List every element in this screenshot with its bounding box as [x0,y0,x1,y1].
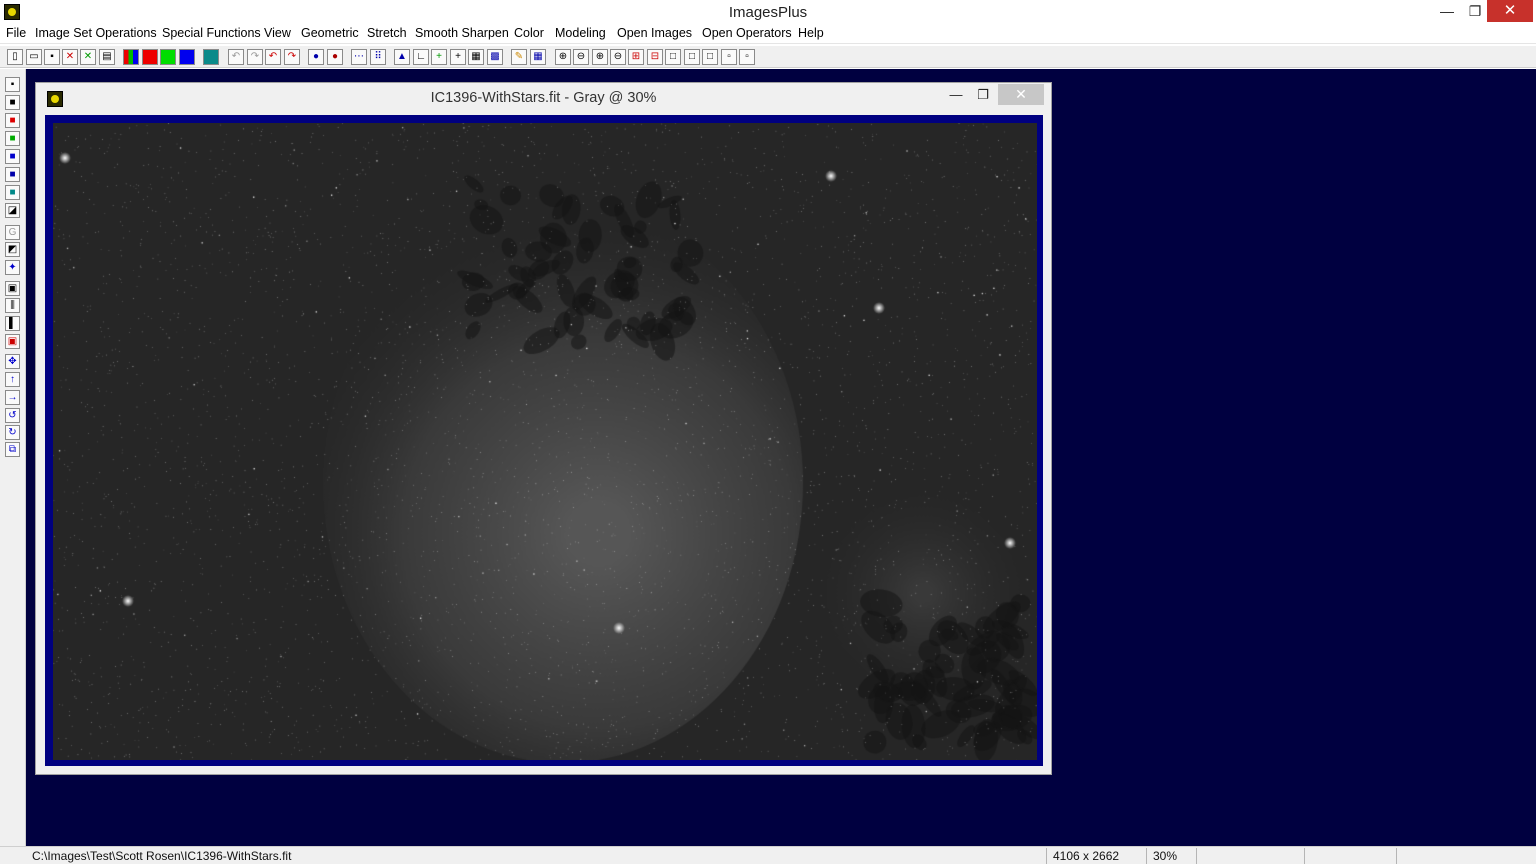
green-channel-icon[interactable] [160,49,176,65]
crosshair-green-icon[interactable]: + [431,49,447,65]
restore-button[interactable]: ❐ [1461,0,1489,22]
line-profile-icon[interactable]: ⋯ [351,49,367,65]
rotate-left-icon[interactable]: ↺ [5,408,20,423]
main-toolbar: ▯ ▭ ▪ ✕ ✕ ▤ ↶ ↷ ↶ ↷ ● ● ⋯ ⠿ ▲ ∟ + + ▦ ▩ … [0,46,1536,68]
close-image-icon[interactable]: ✕ [62,49,78,65]
menu-geometric[interactable]: Geometric [301,26,359,40]
nebula-image[interactable] [53,123,1037,760]
pixel-grid-icon[interactable]: ▦ [530,49,546,65]
green-overlay-icon[interactable]: ■ [5,131,20,146]
scatter-icon[interactable]: ⠿ [370,49,386,65]
image-frame [45,115,1043,766]
status-bar: C:\Images\Test\Scott Rosen\IC1396-WithSt… [0,846,1536,864]
close-button[interactable]: ✕ [1487,0,1533,22]
undo-icon[interactable]: ↶ [265,49,281,65]
print-icon[interactable]: ▤ [99,49,115,65]
arrow-right-icon[interactable]: → [5,390,20,405]
move-icon[interactable]: ✥ [5,354,20,369]
zoom-in-icon[interactable]: ⊕ [555,49,571,65]
gradient-icon[interactable]: ◩ [5,242,20,257]
mask-icon[interactable]: ◪ [5,203,20,218]
star-select-icon[interactable]: ✦ [5,260,20,275]
channel-split-icon[interactable]: ■ [5,167,20,182]
status-cell-empty-2 [1304,848,1396,864]
red-overlay-icon[interactable]: ■ [5,113,20,128]
red-select-icon[interactable]: ▣ [5,334,20,349]
shrink-icon[interactable]: ⊟ [647,49,663,65]
rotate-right-icon[interactable]: ↻ [5,425,20,440]
menu-bar: File Image Set Operations Special Functi… [0,24,1536,44]
image-info-icon[interactable]: ▩ [487,49,503,65]
redo-disabled-icon[interactable]: ↷ [247,49,263,65]
luminance-icon[interactable] [203,49,219,65]
menu-color[interactable]: Color [514,26,544,40]
zoom-fit-icon[interactable]: ⊕ [592,49,608,65]
save-icon[interactable]: ▪ [44,49,60,65]
curve-icon[interactable]: ∟ [413,49,429,65]
app-title: ImagesPlus [728,4,808,21]
menu-open-operators[interactable]: Open Operators [702,26,792,40]
redo-icon[interactable]: ↷ [284,49,300,65]
black-square-icon[interactable]: ■ [5,95,20,110]
image-window-title: IC1396-WithStars.fit - Gray @ 30% [430,90,657,106]
circle-mask-icon[interactable]: ● [327,49,343,65]
arrow-up-icon[interactable]: ↑ [5,372,20,387]
red-channel-icon[interactable] [142,49,158,65]
minimize-button[interactable]: — [1433,0,1461,22]
menu-smooth-sharpen[interactable]: Smooth Sharpen [415,26,509,40]
grid-select-icon[interactable]: ▦ [468,49,484,65]
undo-disabled-icon[interactable]: ↶ [228,49,244,65]
contrast-icon[interactable]: ▌ [5,316,20,331]
image-window-titlebar[interactable]: IC1396-WithStars.fit - Gray @ 30% — ❐ ✕ [36,83,1051,113]
status-cell-empty-1 [1196,848,1304,864]
new-file-icon[interactable]: ▯ [7,49,23,65]
blue-channel-icon[interactable] [179,49,195,65]
pencil-icon[interactable]: ✎ [511,49,527,65]
menu-open-images[interactable]: Open Images [617,26,692,40]
close-all-icon[interactable]: ✕ [80,49,96,65]
menu-stretch[interactable]: Stretch [367,26,407,40]
histogram-icon[interactable]: ▲ [394,49,410,65]
status-cell-empty-3 [1396,848,1536,864]
status-zoom: 30% [1146,848,1196,864]
open-folder-icon[interactable]: ▭ [26,49,42,65]
expand-icon[interactable]: ⊞ [628,49,644,65]
menu-view[interactable]: View [264,26,291,40]
rgb-channels-icon[interactable] [123,49,139,65]
levels-icon[interactable]: ⫼ [5,298,20,313]
menu-image-set-operations[interactable]: Image Set Operations [35,26,157,40]
image-window[interactable]: IC1396-WithStars.fit - Gray @ 30% — ❐ ✕ [35,82,1052,775]
circle-select-icon[interactable]: ● [308,49,324,65]
menu-help[interactable]: Help [798,26,824,40]
cyan-overlay-icon[interactable]: ■ [5,185,20,200]
menu-file[interactable]: File [6,26,26,40]
save-image-icon[interactable]: ▪ [5,77,20,92]
frame-smaller-icon[interactable]: ▫ [721,49,737,65]
image-minimize-button[interactable]: — [943,84,969,105]
zoom-out-icon[interactable]: ⊖ [573,49,589,65]
crosshair-icon[interactable]: + [450,49,466,65]
frame-small-icon[interactable]: □ [702,49,718,65]
zoom-actual-icon[interactable]: ⊖ [610,49,626,65]
frame-smallest-icon[interactable]: ▫ [739,49,755,65]
status-dimensions: 4106 x 2662 [1046,848,1146,864]
blue-overlay-icon[interactable]: ■ [5,149,20,164]
frame-medium-icon[interactable]: □ [684,49,700,65]
status-file-path: C:\Images\Test\Scott Rosen\IC1396-WithSt… [32,849,292,863]
image-maximize-button[interactable]: ❐ [970,84,996,105]
left-toolbar: ▪ ■ ■ ■ ■ ■ ■ ◪ G ◩ ✦ ▣ ⫼ ▌ ▣ ✥ ↑ → ↺ ↻ … [0,69,26,846]
image-close-button[interactable]: ✕ [998,84,1044,105]
app-titlebar: ImagesPlus — ❐ ✕ [0,0,1536,24]
menu-special-functions[interactable]: Special Functions [162,26,261,40]
menu-modeling[interactable]: Modeling [555,26,606,40]
square-select-icon[interactable]: ▣ [5,281,20,296]
lasso-disabled-icon[interactable]: G [5,225,20,240]
copy-icon[interactable]: ⧉ [5,442,20,457]
frame-large-icon[interactable]: □ [665,49,681,65]
